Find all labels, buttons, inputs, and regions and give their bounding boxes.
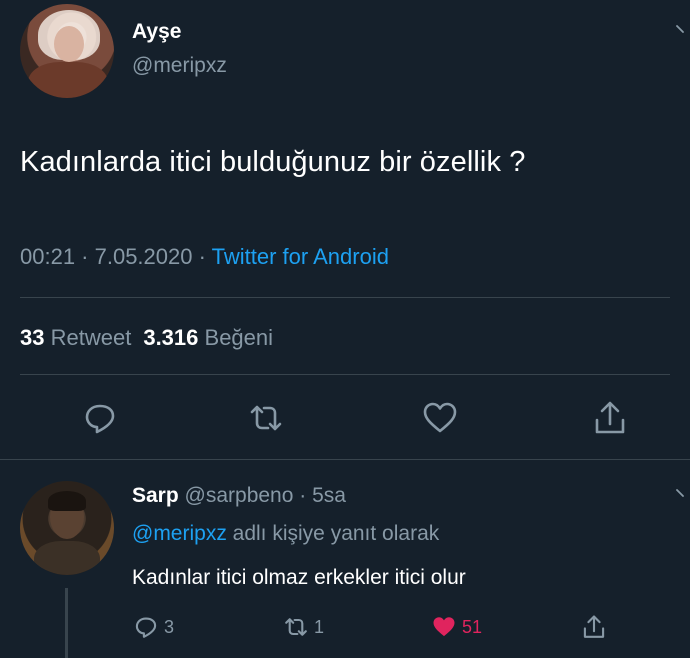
divider	[0, 459, 690, 460]
reply-text: Kadınlar itici olmaz erkekler itici olur	[132, 566, 466, 589]
chevron-down-icon[interactable]	[676, 22, 690, 36]
reply-icon	[135, 617, 157, 638]
retweet-label: Retweet	[50, 325, 132, 350]
like-stat[interactable]: 3.316 Beğeni	[143, 325, 273, 350]
reply-count: 3	[164, 616, 175, 637]
reply-share-button[interactable]	[580, 612, 608, 642]
retweet-icon[interactable]	[246, 398, 286, 438]
reply-author-avatar[interactable]	[20, 481, 114, 575]
share-icon	[583, 615, 605, 638]
reply-timestamp: · 5sa	[293, 484, 346, 507]
like-icon[interactable]	[420, 398, 460, 438]
chevron-down-icon[interactable]	[676, 486, 690, 500]
author-avatar[interactable]	[20, 4, 114, 98]
like-filled-icon	[433, 617, 455, 637]
reply-like-count: 51	[462, 616, 483, 637]
retweet-stat[interactable]: 33 Retweet	[20, 325, 131, 350]
tweet-meta: 00:21 · 7.05.2020 · Twitter for Android	[20, 244, 389, 270]
reply-icon[interactable]	[80, 398, 120, 438]
author-handle[interactable]: @meripxz	[132, 54, 227, 78]
divider	[20, 297, 670, 298]
reply-retweet-button[interactable]: 1	[282, 612, 324, 642]
retweet-icon	[285, 618, 307, 636]
replying-to-mention[interactable]: @meripxz	[132, 522, 227, 545]
replying-to-suffix: adlı kişiye yanıt olarak	[226, 522, 440, 545]
reply-retweet-count: 1	[314, 616, 325, 637]
like-count: 3.316	[143, 325, 199, 350]
replying-to: @meripxz adlı kişiye yanıt olarak	[132, 522, 439, 546]
reply-header: Sarp @sarpbeno · 5sa	[132, 484, 346, 508]
reply-reply-button[interactable]: 3	[132, 612, 174, 642]
tweet-source-link[interactable]: Twitter for Android	[212, 244, 389, 269]
author-name[interactable]: Ayşe	[132, 20, 181, 44]
tweet-stats: 33 Retweet 3.316 Beğeni	[20, 325, 273, 351]
retweet-count: 33	[20, 325, 45, 350]
like-label: Beğeni	[204, 325, 274, 350]
thread-connector-line	[65, 588, 68, 658]
share-icon[interactable]	[590, 398, 630, 438]
reply-author-handle[interactable]: @sarpbeno	[185, 484, 294, 507]
tweet-detail-view: Ayşe @meripxz Kadınlarda itici bulduğunu…	[0, 0, 690, 658]
reply-like-button[interactable]: 51	[430, 612, 482, 642]
reply-author-name[interactable]: Sarp	[132, 484, 179, 507]
tweet-timestamp: 00:21 · 7.05.2020 ·	[20, 244, 212, 269]
tweet-text: Kadınlarda itici bulduğunuz bir özellik …	[20, 146, 526, 178]
divider	[20, 374, 670, 375]
